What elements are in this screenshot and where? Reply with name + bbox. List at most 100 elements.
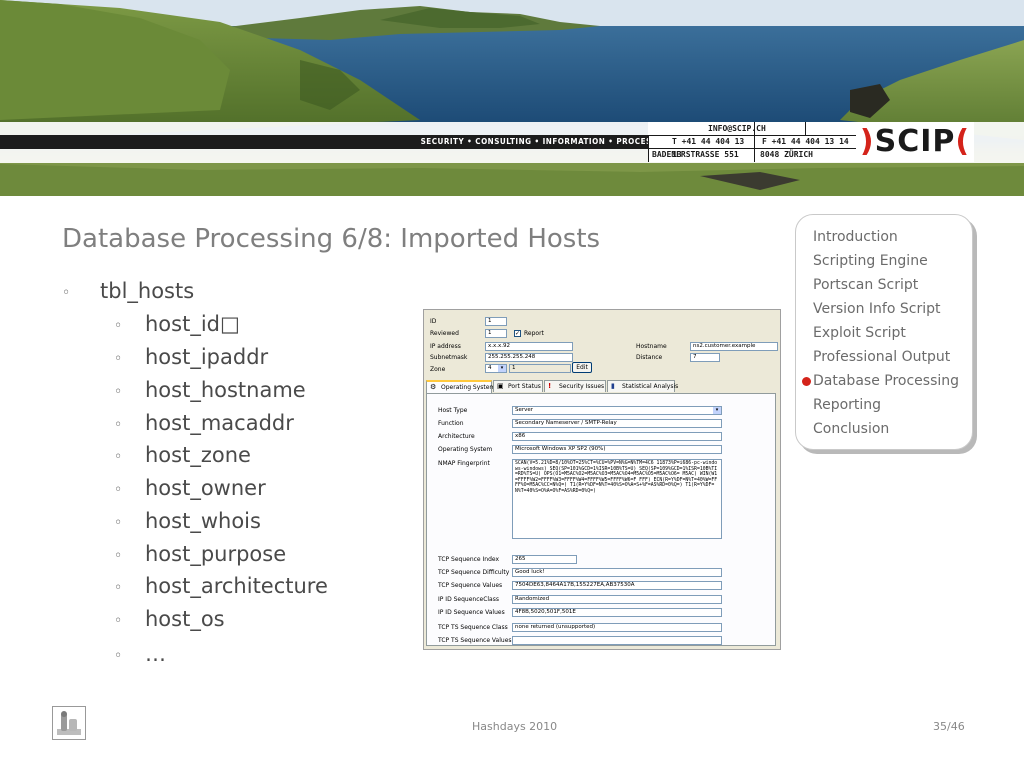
tab-operating-system[interactable]: ⚙ Operating System — [426, 380, 496, 393]
edit-button[interactable]: Edit — [572, 362, 592, 373]
tab-label: Statistical Analysis — [622, 383, 679, 390]
tagline-text: SECURITY • CONSULTING • INFORMATION • PR… — [420, 137, 657, 146]
subnetmask-field[interactable]: 255.255.255.248 — [485, 353, 573, 362]
os-icon: ⚙ — [430, 383, 437, 391]
tcp-index-label: TCP Sequence Index — [438, 556, 500, 563]
tab-port-status[interactable]: ▣ Port Status — [493, 380, 543, 392]
architecture-field[interactable]: x86 — [512, 432, 722, 441]
tab-statistical-analysis[interactable]: ▮ Statistical Analysis — [607, 380, 679, 392]
sub-bullet-text: host_macaddr — [145, 411, 294, 435]
logo-right-paren: ( — [955, 124, 971, 159]
ip-address-label: IP address — [430, 343, 461, 350]
logo-word: SCIP — [874, 124, 956, 159]
bullet-marker: ◦ — [114, 351, 123, 367]
zone-extra-field: 1 — [509, 364, 571, 373]
sub-bullet-text: host_id□ — [145, 312, 240, 336]
port-icon: ▣ — [497, 382, 504, 390]
id-label: ID — [430, 318, 437, 325]
report-checkbox[interactable]: ✓ — [514, 330, 521, 337]
sub-bullet-text: host_whois — [145, 509, 261, 533]
zone-label: Zone — [430, 366, 446, 373]
host-type-value: Server — [515, 407, 534, 413]
tagline-bar: SECURITY • CONSULTING • INFORMATION • PR… — [0, 135, 665, 149]
ts-class-field[interactable]: none returned (unsupported) — [512, 623, 722, 632]
hostname-field[interactable]: ns2.customer.example — [690, 342, 778, 351]
sub-bullet-text: host_purpose — [145, 542, 287, 566]
ipid-class-field[interactable]: Randomized — [512, 595, 722, 604]
bullet-marker: ◦ — [114, 515, 123, 531]
id-field[interactable]: 1 — [485, 317, 507, 326]
nav-item-introduction[interactable]: Introduction — [813, 229, 898, 245]
nav-item-conclusion[interactable]: Conclusion — [813, 421, 889, 437]
tab-label: Port Status — [508, 383, 541, 390]
tab-label: Security Issues — [559, 383, 605, 390]
function-label: Function — [438, 420, 464, 427]
tab-content-operating-system: Host Type Server ▾ Function Secondary Na… — [426, 393, 776, 646]
bullet-marker: ◦ — [114, 613, 123, 629]
zone-select[interactable]: 4 ▾ — [485, 364, 507, 373]
operating-system-field[interactable]: Microsoft Windows XP SP2 (90%) — [512, 445, 722, 454]
reviewed-label: Reviewed — [430, 330, 459, 337]
bullet-marker: ◦ — [114, 318, 123, 334]
nav-item-reporting[interactable]: Reporting — [813, 397, 881, 413]
zone-value: 4 — [488, 365, 492, 371]
report-label: Report — [524, 330, 544, 337]
reviewed-field[interactable]: 1 — [485, 329, 507, 338]
bullet-marker: ◦ — [114, 580, 123, 596]
tcp-values-label: TCP Sequence Values — [438, 582, 503, 589]
street-text: BADENERSTRASSE 551 — [652, 150, 739, 159]
bullet-text: tbl_hosts — [100, 279, 195, 303]
nav-item-version-info-script[interactable]: Version Info Script — [813, 301, 940, 317]
tcp-difficulty-label: TCP Sequence Difficulty — [438, 569, 510, 576]
active-bullet-icon — [802, 377, 811, 386]
bullet-marker: ◦ — [62, 285, 71, 301]
sub-bullet-text: host_hostname — [145, 378, 306, 402]
host-type-select[interactable]: Server ▾ — [512, 406, 722, 415]
ip-address-field[interactable]: x.x.x.92 — [485, 342, 573, 351]
operating-system-label: Operating System — [438, 446, 493, 453]
nav-item-scripting-engine[interactable]: Scripting Engine — [813, 253, 928, 269]
nav-item-database-processing[interactable]: Database Processing — [813, 373, 959, 389]
slide-title: Database Processing 6/8: Imported Hosts — [62, 224, 601, 254]
phone-text: T +41 44 404 13 13 — [672, 137, 745, 159]
bullet-marker: ◦ — [114, 449, 123, 465]
scip-logo: )SCIP( — [856, 122, 974, 162]
ipid-values-label: IP ID Sequence Values — [438, 609, 505, 616]
distance-field[interactable]: 7 — [690, 353, 720, 362]
nmap-fingerprint-label: NMAP Fingerprint — [438, 460, 490, 467]
architecture-label: Architecture — [438, 433, 475, 440]
tcp-index-field[interactable]: 265 — [512, 555, 577, 564]
bullet-marker: ◦ — [114, 648, 123, 664]
function-field[interactable]: Secondary Nameserver / SMTP-Relay — [512, 419, 722, 428]
nav-item-portscan-script[interactable]: Portscan Script — [813, 277, 918, 293]
nmap-fingerprint-field[interactable]: SCAN(V=5.21%D=8/10%OT=25%CT=%CU=%PV=N%G=… — [512, 459, 722, 539]
sub-bullet-text: host_architecture — [145, 574, 328, 598]
tcp-values-field[interactable]: 7504DE63,8464A17B,155227EA,AB37530A — [512, 581, 722, 590]
tcp-difficulty-field[interactable]: Good luck! — [512, 568, 722, 577]
chevron-down-icon[interactable]: ▾ — [498, 365, 506, 372]
ipid-values-field[interactable]: 4F8B,5020,501F,501E — [512, 608, 722, 617]
header-banner: SECURITY • CONSULTING • INFORMATION • PR… — [0, 0, 1024, 196]
chart-icon: ▮ — [611, 382, 615, 390]
sub-bullet-text: host_ipaddr — [145, 345, 269, 369]
sub-bullet-text: host_zone — [145, 443, 251, 467]
ts-values-field[interactable] — [512, 636, 722, 645]
chevron-down-icon[interactable]: ▾ — [713, 407, 721, 414]
sub-bullet-text: … — [145, 642, 166, 666]
warning-icon: ! — [548, 382, 552, 390]
tab-label: Operating System — [441, 384, 496, 391]
sub-bullet-text: host_owner — [145, 476, 266, 500]
contact-box: INFO@SCIP.CH T +41 44 404 13 13 F +41 44… — [648, 122, 856, 162]
nav-item-exploit-script[interactable]: Exploit Script — [813, 325, 906, 341]
tab-security-issues[interactable]: ! Security Issues — [544, 380, 606, 392]
city-text: 8048 ZÜRICH — [760, 150, 813, 159]
host-type-label: Host Type — [438, 407, 468, 414]
host-form-screenshot: ID 1 Reviewed 1 ✓ Report IP address x.x.… — [423, 309, 781, 650]
ipid-class-label: IP ID SequenceClass — [438, 596, 499, 603]
bullet-marker: ◦ — [114, 417, 123, 433]
agenda-nav: Introduction Scripting Engine Portscan S… — [795, 214, 973, 450]
footer-event: Hashdays 2010 — [472, 720, 558, 733]
sub-bullet-text: host_os — [145, 607, 225, 631]
nav-item-professional-output[interactable]: Professional Output — [813, 349, 950, 365]
bullet-marker: ◦ — [114, 384, 123, 400]
